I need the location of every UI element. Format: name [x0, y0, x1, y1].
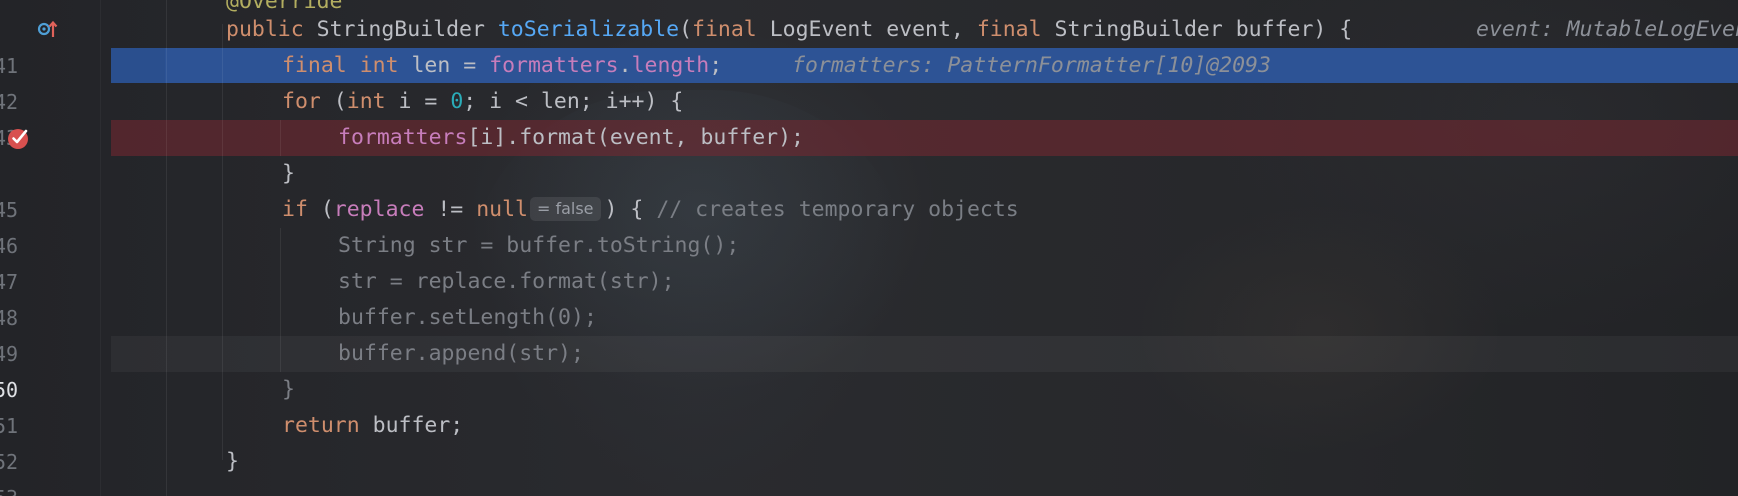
- keyword: int: [346, 89, 386, 114]
- code-text: str = replace.format(str);: [338, 269, 675, 294]
- code-text: }: [282, 161, 295, 186]
- code-text: }: [282, 377, 295, 402]
- punct: (: [679, 17, 693, 42]
- punct: ;: [709, 53, 723, 78]
- code-fragment: ; i < len; i++) {: [463, 89, 684, 114]
- override-method-icon[interactable]: [37, 19, 59, 39]
- code-fragment: len =: [411, 53, 490, 78]
- keyword: final: [282, 53, 347, 78]
- keyword: int: [359, 53, 399, 78]
- method-name: toSerializable: [497, 17, 680, 42]
- code-line-50[interactable]: 50 buffer.append(str);: [0, 336, 1738, 402]
- code-fragment: i =: [398, 89, 451, 114]
- code-line-52[interactable]: 52 return buffer;: [0, 408, 1738, 474]
- code-line-42[interactable]: 42 final int len = formatters.length; fo…: [0, 48, 1738, 114]
- debug-condition-value: = false: [529, 197, 601, 221]
- punct: (: [320, 197, 334, 222]
- code-text: for (int i = 0; i < len; i++) {: [282, 84, 683, 120]
- field: formatters: [489, 53, 619, 78]
- code-text: public StringBuilder toSerializable(fina…: [226, 12, 1352, 48]
- code-line-47[interactable]: 47 String str = buffer.toString();: [0, 228, 1738, 294]
- code-line-46[interactable]: 46 if (replace != null = false) { // crea…: [0, 192, 1738, 258]
- code-fragment: [i].format(event, buffer);: [467, 125, 804, 150]
- code-editor[interactable]: @Override 41 public StringBuilder toSeri…: [0, 0, 1738, 496]
- punct: ) {: [604, 197, 657, 222]
- code-fragment: buffer;: [372, 413, 464, 438]
- keyword: for: [282, 89, 321, 114]
- param: StringBuilder buffer) {: [1054, 17, 1353, 42]
- code-text: if (replace != null = false) { // creates…: [282, 192, 1019, 228]
- code-line-41[interactable]: 41 public StringBuilder toSerializable(f…: [0, 12, 1738, 78]
- code-line[interactable]: [0, 480, 1738, 496]
- code-line-44[interactable]: 44 formatters[i].format(event, buffer);: [0, 120, 1738, 156]
- code-line-53[interactable]: 53 }: [0, 444, 1738, 496]
- punct: (: [333, 89, 347, 114]
- code-text: buffer.append(str);: [338, 341, 584, 366]
- code-text: return buffer;: [282, 408, 463, 444]
- keyword: return: [282, 413, 360, 438]
- field: length: [631, 53, 710, 78]
- code-line-48[interactable]: 48 str = replace.format(str);: [0, 264, 1738, 330]
- code-line-45[interactable]: 45 }: [0, 156, 1738, 222]
- code-text: formatters[i].format(event, buffer);: [338, 120, 804, 156]
- code-text: final int len = formatters.length;: [282, 48, 722, 84]
- code-line-51[interactable]: 51 }: [0, 372, 1738, 438]
- code-line-43[interactable]: 43 for (int i = 0; i < len; i++) {: [0, 84, 1738, 150]
- debug-inline-value: event: MutableLogEvent: [1476, 17, 1738, 42]
- comment: // creates temporary objects: [656, 197, 1019, 222]
- code-text: String str = buffer.toString();: [338, 233, 740, 258]
- code-text: buffer.setLength(0);: [338, 305, 597, 330]
- debug-inline-value: formatters: PatternFormatter[10]@2093: [792, 53, 1271, 78]
- keyword: final: [692, 17, 757, 42]
- keyword: if: [282, 197, 308, 222]
- code-line-49[interactable]: 49 buffer.setLength(0);: [0, 300, 1738, 366]
- number-literal: 0: [450, 89, 464, 114]
- keyword: null: [476, 197, 528, 222]
- keyword: public: [226, 17, 304, 42]
- keyword: final: [976, 17, 1042, 42]
- operator: !=: [424, 197, 477, 222]
- code-text: }: [226, 449, 239, 474]
- field: replace: [333, 197, 425, 222]
- verified-breakpoint-icon[interactable]: [6, 125, 32, 151]
- type-name: StringBuilder: [316, 17, 485, 42]
- punct: .: [618, 53, 632, 78]
- param: LogEvent event,: [769, 17, 977, 42]
- field: formatters: [338, 125, 468, 150]
